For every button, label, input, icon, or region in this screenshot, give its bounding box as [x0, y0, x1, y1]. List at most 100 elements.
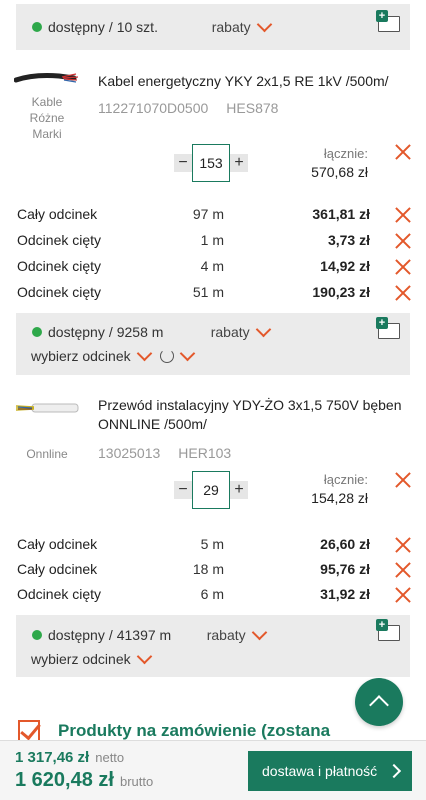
remove-segment-icon[interactable]	[395, 537, 411, 553]
brand-name: Kable Różne Marki	[29, 95, 65, 141]
scroll-top-button[interactable]	[355, 678, 403, 726]
chevron-right-icon	[387, 763, 402, 779]
segment-length: 5 m	[200, 536, 224, 552]
total-label: łącznie:	[323, 146, 368, 161]
gross-total: 1 620,48 zł brutto	[15, 769, 153, 792]
checkout-button[interactable]: dostawa i płatność	[248, 751, 412, 791]
discounts-dropdown[interactable]: rabaty	[210, 321, 271, 340]
segment-price: 95,76 zł	[320, 561, 370, 577]
add-to-list-icon[interactable]: +	[376, 317, 402, 339]
remove-item-icon[interactable]	[395, 472, 411, 488]
segment-name: Cały odcinek	[17, 561, 98, 577]
decrease-button[interactable]: −	[174, 154, 192, 172]
checkmark-icon	[18, 720, 40, 742]
discounts-dropdown[interactable]: rabaty	[206, 624, 267, 643]
quantity-input[interactable]: 153	[192, 144, 230, 182]
decrease-button[interactable]: −	[174, 481, 192, 499]
segment-name: Odcinek cięty	[17, 284, 102, 300]
stock-quantity: 10 szt.	[116, 19, 158, 35]
gross-total-value: 1 620,48 zł	[15, 769, 114, 791]
chevron-down-icon	[256, 16, 272, 32]
chevron-down-icon	[136, 345, 152, 361]
cart-item: Kable Różne Marki Kabel energetyczny YKY…	[0, 60, 426, 310]
line-total: łącznie: 154,28 zł	[311, 472, 368, 506]
remove-segment-icon[interactable]	[395, 259, 411, 275]
product-name[interactable]: Przewód instalacyjny YDY-ŻO 3x1,5 750V b…	[98, 396, 406, 434]
quantity-stepper: − 29 +	[174, 471, 248, 509]
product-codes: 13025013 HER103	[98, 445, 231, 461]
discounts-dropdown[interactable]: rabaty	[211, 16, 272, 35]
availability-label: dostępny	[48, 324, 105, 340]
add-to-list-icon[interactable]: +	[376, 619, 402, 641]
chevron-down-icon	[255, 321, 271, 337]
remove-segment-icon[interactable]	[395, 233, 411, 249]
quantity-input[interactable]: 29	[192, 471, 230, 509]
stock-quantity: 9258 m	[116, 324, 164, 340]
order-section-header[interactable]: Produkty na zamówienie (zostana	[18, 720, 330, 742]
brand-name: Onnline	[26, 447, 68, 461]
chevron-down-icon	[136, 648, 152, 664]
segment-name: Odcinek cięty	[17, 586, 102, 602]
remove-segment-icon[interactable]	[395, 285, 411, 301]
segment-row: Cały odcinek 18 m 95,76 zł	[0, 557, 426, 583]
remove-item-icon[interactable]	[395, 144, 411, 160]
product-codes: 112271070D0500 HES878	[98, 100, 278, 116]
refresh-icon[interactable]	[159, 349, 174, 363]
discounts-label: rabaty	[211, 19, 251, 35]
availability-label: dostępny	[48, 19, 105, 35]
increase-button[interactable]: +	[230, 481, 248, 499]
segment-price: 26,60 zł	[320, 536, 370, 552]
segment-length: 18 m	[192, 561, 224, 577]
availability-label: dostępny	[48, 627, 105, 643]
availability-dot	[32, 327, 42, 337]
segment-row: Cały odcinek 5 m 26,60 zł	[0, 532, 426, 558]
discounts-label: rabaty	[206, 627, 246, 643]
stock-bar: dostępny / 10 szt. rabaty +	[16, 4, 410, 50]
segment-price: 31,92 zł	[320, 586, 370, 602]
cart-summary-footer: 1 317,46 zł netto 1 620,48 zł brutto dosta…	[0, 740, 426, 800]
availability-dot	[32, 630, 42, 640]
segment-row: Cały odcinek 97 m 361,81 zł	[0, 202, 426, 228]
separator: /	[108, 627, 113, 643]
segment-row: Odcinek cięty 6 m 31,92 zł	[0, 582, 426, 608]
remove-segment-icon[interactable]	[395, 587, 411, 603]
net-total: 1 317,46 zł netto	[15, 749, 124, 766]
segment-selector[interactable]: wybierz odcinek	[16, 647, 410, 671]
segment-select-label: wybierz odcinek	[31, 651, 131, 667]
product-name[interactable]: Kabel energetyczny YKY 2x1,5 RE 1kV /500…	[98, 72, 406, 91]
net-total-label: netto	[95, 750, 125, 765]
segment-name: Odcinek cięty	[17, 232, 102, 248]
segment-name: Odcinek cięty	[17, 258, 102, 274]
segment-length: 97 m	[192, 206, 224, 222]
separator: /	[108, 324, 113, 340]
stock-bar: dostępny / 41397 m rabaty wybierz odcine…	[16, 615, 410, 677]
remove-segment-icon[interactable]	[395, 562, 411, 578]
segment-price: 3,73 zł	[327, 232, 370, 248]
gross-total-label: brutto	[119, 774, 154, 789]
total-label: łącznie:	[323, 472, 368, 487]
product-sku: HES878	[226, 100, 279, 116]
segment-select-label: wybierz odcinek	[31, 348, 131, 364]
stock-bar: dostępny / 9258 m rabaty wybierz odcinek…	[16, 313, 410, 375]
segment-name: Cały odcinek	[17, 536, 98, 552]
cart-item: Onnline Przewód instalacyjny YDY-ŻO 3x1,…	[0, 390, 426, 615]
segment-name: Cały odcinek	[17, 206, 98, 222]
segment-row: Odcinek cięty 4 m 14,92 zł	[0, 254, 426, 280]
segment-price: 190,23 zł	[312, 284, 370, 300]
checkout-label: dostawa i płatność	[262, 763, 378, 779]
total-value: 154,28 zł	[311, 490, 368, 506]
chevron-down-icon	[179, 345, 195, 361]
product-image	[15, 403, 79, 413]
product-image	[14, 73, 79, 83]
quantity-stepper: − 153 +	[174, 144, 248, 182]
add-to-list-icon[interactable]: +	[376, 10, 402, 32]
segment-price: 14,92 zł	[320, 258, 370, 274]
net-total-value: 1 317,46 zł	[15, 749, 90, 766]
increase-button[interactable]: +	[230, 154, 248, 172]
remove-segment-icon[interactable]	[395, 207, 411, 223]
discounts-label: rabaty	[210, 324, 250, 340]
segment-length: 1 m	[200, 232, 224, 248]
availability-dot	[32, 22, 42, 32]
product-code: 13025013	[98, 445, 161, 461]
segment-selector[interactable]: wybierz odcinek	[16, 344, 410, 368]
